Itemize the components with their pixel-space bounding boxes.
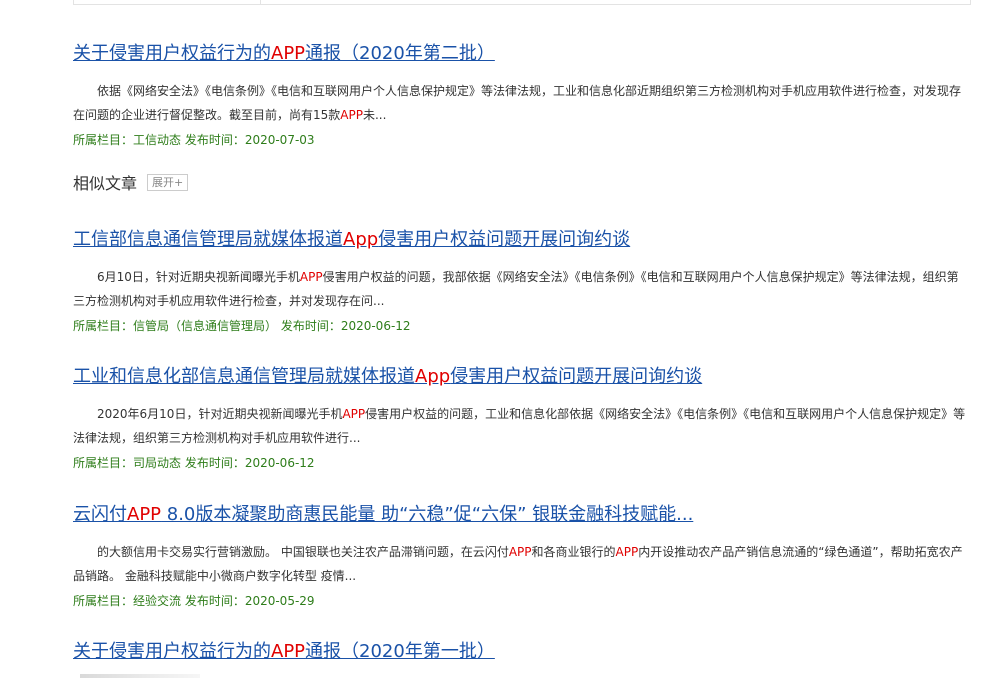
result-title-link[interactable]: 关于侵害用户权益行为的APP通报（2020年第一批） (73, 640, 969, 664)
result-item: 工信部信息通信管理局就媒体报道App侵害用户权益问题开展问询约谈 6月10日，针… (73, 228, 969, 336)
result-title-link[interactable]: 云闪付APP 8.0版本凝聚助商惠民能量 助“六稳”促“六保” 银联金融科技赋能… (73, 503, 969, 527)
result-snippet: 依据《网络安全法》《电信条例》《电信和互联网用户个人信息保护规定》等法律法规，工… (73, 79, 969, 127)
title-text: 工业和信息化部信息通信管理局就媒体报道 (73, 366, 415, 387)
title-text: 云闪付 (73, 504, 127, 525)
title-text: 侵害用户权益问题开展问询约谈 (378, 229, 631, 250)
title-highlight: APP (271, 641, 306, 662)
snippet-highlight: APP (342, 407, 366, 421)
title-highlight: App (343, 229, 379, 250)
result-title-link[interactable]: 工业和信息化部信息通信管理局就媒体报道App侵害用户权益问题开展问询约谈 (73, 365, 969, 389)
snippet-text: 和各商业银行的 (531, 545, 616, 559)
result-item: 云闪付APP 8.0版本凝聚助商惠民能量 助“六稳”促“六保” 银联金融科技赋能… (73, 503, 969, 611)
title-text: 侵害用户权益问题开展问询约谈 (450, 366, 703, 387)
snippet-text: 2020年6月10日，针对近期央视新闻曝光手机 (97, 407, 343, 421)
result-title-link[interactable]: 工信部信息通信管理局就媒体报道App侵害用户权益问题开展问询约谈 (73, 228, 969, 252)
similar-articles-label: 相似文章 (73, 174, 138, 193)
result-meta: 所属栏目：信管局（信息通信管理局） 发布时间：2020-06-12 (73, 319, 411, 333)
result-meta: 所属栏目：工信动态 发布时间：2020-07-03 (73, 133, 315, 147)
title-text: 通报（2020年第二批） (305, 43, 495, 64)
result-snippet: 6月10日，针对近期央视新闻曝光手机APP侵害用户权益的问题，我部依据《网络安全… (73, 265, 969, 313)
title-highlight: APP (127, 504, 162, 525)
search-filter-bar (73, 0, 971, 5)
title-text: 工信部信息通信管理局就媒体报道 (73, 229, 343, 250)
truncated-snippet-fade (80, 674, 200, 678)
snippet-highlight: APP (299, 270, 323, 284)
snippet-text: 的大额信用卡交易实行营销激励。 中国银联也关注农产品滞销问题，在云闪付 (97, 545, 509, 559)
result-meta: 所属栏目：司局动态 发布时间：2020-06-12 (73, 456, 315, 470)
result-meta: 所属栏目：经验交流 发布时间：2020-05-29 (73, 594, 315, 608)
result-item: 关于侵害用户权益行为的APP通报（2020年第一批） (73, 640, 969, 664)
title-text: 关于侵害用户权益行为的 (73, 43, 271, 64)
title-text: 关于侵害用户权益行为的 (73, 641, 271, 662)
similar-articles-header: 相似文章 展开+ (73, 171, 189, 193)
result-item: 关于侵害用户权益行为的APP通报（2020年第二批） 依据《网络安全法》《电信条… (73, 42, 969, 150)
snippet-highlight: APP (615, 545, 639, 559)
title-highlight: APP (271, 43, 306, 64)
title-text: 8.0版本凝聚助商惠民能量 助“六稳”促“六保” 银联金融科技赋能... (161, 504, 694, 525)
title-highlight: App (415, 366, 451, 387)
result-title-link[interactable]: 关于侵害用户权益行为的APP通报（2020年第二批） (73, 42, 969, 66)
snippet-highlight: APP (340, 108, 363, 122)
expand-toggle-button[interactable]: 展开+ (147, 173, 189, 191)
result-snippet: 的大额信用卡交易实行营销激励。 中国银联也关注农产品滞销问题，在云闪付APP和各… (73, 540, 969, 588)
title-text: 通报（2020年第一批） (305, 641, 495, 662)
filter-divider (260, 0, 261, 4)
result-item: 工业和信息化部信息通信管理局就媒体报道App侵害用户权益问题开展问询约谈 202… (73, 365, 969, 473)
result-snippet: 2020年6月10日，针对近期央视新闻曝光手机APP侵害用户权益的问题，工业和信… (73, 402, 969, 450)
snippet-text: 未... (362, 108, 387, 122)
snippet-highlight: APP (508, 545, 532, 559)
snippet-text: 6月10日，针对近期央视新闻曝光手机 (97, 270, 300, 284)
snippet-text: 依据《网络安全法》《电信条例》《电信和互联网用户个人信息保护规定》等法律法规，工… (73, 84, 962, 122)
